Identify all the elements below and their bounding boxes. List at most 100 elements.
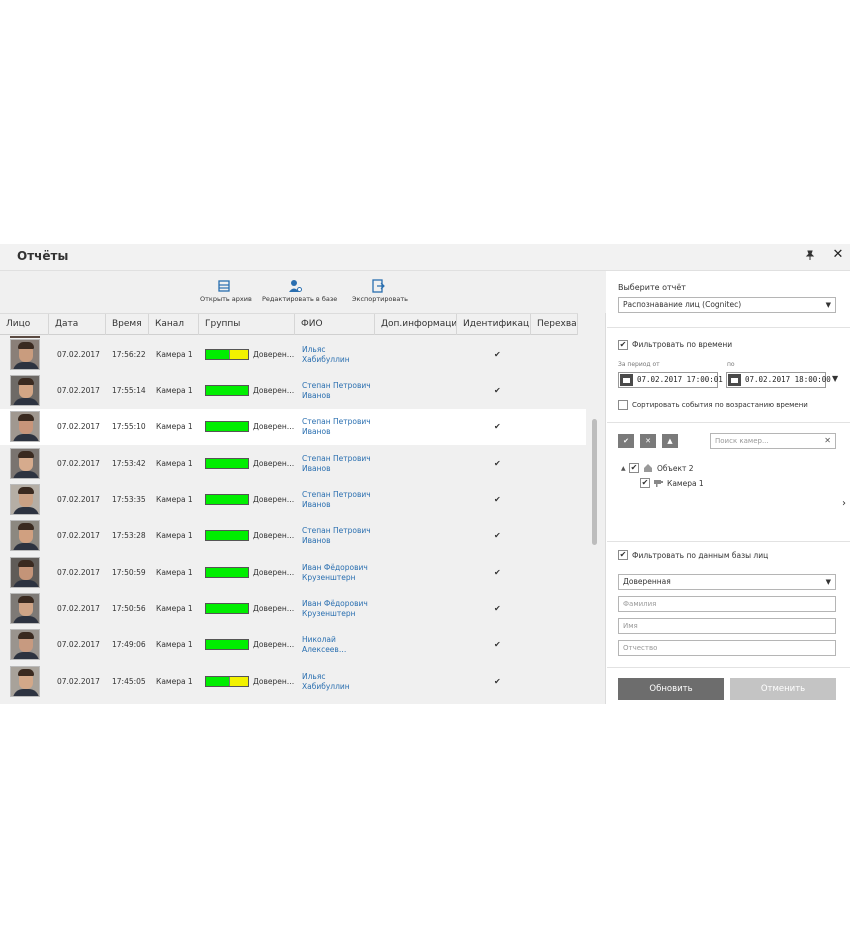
calendar-icon[interactable] bbox=[620, 374, 633, 386]
table-row[interactable]: 07.02.2017 17:53:28 Камера 1 Доверен… Ст… bbox=[0, 518, 586, 554]
deselect-all-button[interactable]: ✕ bbox=[640, 434, 656, 448]
sort-ascending-checkbox[interactable] bbox=[618, 400, 628, 410]
cell-group: Доверен… bbox=[253, 604, 295, 613]
match-level-bar bbox=[205, 385, 249, 396]
table-row[interactable]: 07.02.2017 17:49:06 Камера 1 Доверен… Ни… bbox=[0, 627, 586, 663]
cell-fio-link[interactable]: Степан Петрович Иванов bbox=[302, 490, 371, 510]
face-thumbnail[interactable] bbox=[10, 448, 40, 479]
face-thumbnail[interactable] bbox=[10, 629, 40, 660]
column-header-identification[interactable]: Идентификац bbox=[457, 314, 531, 335]
table-row[interactable]: 07.02.2017 17:55:10 Камера 1 Доверен… Ст… bbox=[0, 409, 586, 445]
face-thumbnail[interactable] bbox=[10, 666, 40, 697]
cell-fio-link[interactable]: Степан Петрович Иванов bbox=[302, 454, 371, 474]
cell-fio-link[interactable]: Ильяс Хабибуллин bbox=[302, 345, 350, 365]
face-thumbnail[interactable] bbox=[10, 593, 40, 624]
report-select[interactable]: Распознавание лиц (Cognitec) ▼ bbox=[618, 297, 836, 313]
table-row[interactable]: 07.02.2017 17:53:35 Камера 1 Доверен… Ст… bbox=[0, 482, 586, 518]
tree-collapse-icon[interactable]: ▲ bbox=[621, 465, 626, 472]
table-row[interactable]: 07.02.2017 17:53:42 Камера 1 Доверен… Ст… bbox=[0, 446, 586, 482]
collapse-button[interactable]: ▲ bbox=[662, 434, 678, 448]
cell-fio-link[interactable]: Степан Петрович Иванов bbox=[302, 526, 371, 546]
column-header-fio[interactable]: ФИО bbox=[295, 314, 375, 335]
object-checkbox[interactable]: ✔ bbox=[629, 463, 639, 473]
fio-line-2: Хабибуллин bbox=[302, 682, 350, 691]
face-thumbnail[interactable] bbox=[10, 484, 40, 515]
cell-channel: Камера 1 bbox=[156, 531, 193, 540]
column-header-extra-info[interactable]: Доп.информация bbox=[375, 314, 457, 335]
fio-line-2: Алексеев… bbox=[302, 645, 347, 654]
triangle-up-icon: ▲ bbox=[667, 437, 673, 445]
cell-group: Доверен… bbox=[253, 677, 295, 686]
cell-fio-link[interactable]: Ильяс Хабибуллин bbox=[302, 672, 350, 692]
fio-line-1: Степан Петрович bbox=[302, 526, 371, 535]
group-select[interactable]: Доверенная ▼ bbox=[618, 574, 836, 590]
edit-in-db-button[interactable]: Редактировать в базе bbox=[262, 279, 337, 303]
cell-channel: Камера 1 bbox=[156, 422, 193, 431]
cell-fio-link[interactable]: Николай Алексеев… bbox=[302, 635, 346, 655]
column-header-interception[interactable]: Перехва bbox=[531, 314, 578, 335]
table-row[interactable]: 07.02.2017 17:50:56 Камера 1 Доверен… Ив… bbox=[0, 591, 586, 627]
tree-object-label[interactable]: Объект 2 bbox=[657, 464, 694, 473]
cell-time: 17:53:28 bbox=[112, 531, 146, 540]
name-placeholder: Имя bbox=[623, 622, 638, 630]
camera-search-input[interactable]: Поиск камер... ✕ bbox=[710, 433, 836, 449]
divider bbox=[607, 541, 850, 542]
cell-fio-link[interactable]: Иван Фёдорович Крузенштерн bbox=[302, 563, 368, 583]
camera-checkbox[interactable]: ✔ bbox=[640, 478, 650, 488]
select-all-button[interactable]: ✔ bbox=[618, 434, 634, 448]
cancel-button[interactable]: Отменить bbox=[730, 678, 836, 700]
face-thumbnail[interactable] bbox=[10, 557, 40, 588]
match-level-bar bbox=[205, 676, 249, 687]
column-header-channel[interactable]: Канал bbox=[149, 314, 199, 335]
table-scrollbar-thumb[interactable] bbox=[592, 419, 597, 545]
match-level-bar bbox=[205, 567, 249, 578]
camera-search-placeholder: Поиск камер... bbox=[715, 437, 769, 445]
open-archive-button[interactable]: Открыть архив bbox=[200, 279, 252, 303]
filter-time-checkbox[interactable]: ✔ bbox=[618, 340, 628, 350]
column-header-groups[interactable]: Группы bbox=[199, 314, 295, 335]
cell-fio-link[interactable]: Степан Петрович Иванов bbox=[302, 417, 371, 437]
close-icon[interactable]: ✕ bbox=[831, 247, 845, 263]
column-header-time[interactable]: Время bbox=[106, 314, 149, 335]
column-header-date[interactable]: Дата bbox=[49, 314, 106, 335]
face-thumbnail[interactable] bbox=[10, 339, 40, 370]
identification-check-icon: ✔ bbox=[494, 459, 501, 468]
face-thumbnail[interactable] bbox=[10, 375, 40, 406]
face-thumbnail[interactable] bbox=[10, 411, 40, 442]
cell-channel: Камера 1 bbox=[156, 495, 193, 504]
report-select-label: Выберите отчёт bbox=[618, 283, 686, 292]
filter-db-checkbox[interactable]: ✔ bbox=[618, 550, 628, 560]
surname-input[interactable]: Фамилия bbox=[618, 596, 836, 612]
cell-time: 17:55:10 bbox=[112, 422, 146, 431]
face-thumbnail[interactable] bbox=[10, 520, 40, 551]
window-title: Отчёты bbox=[17, 249, 69, 263]
cell-time: 17:50:59 bbox=[112, 568, 146, 577]
table-row[interactable]: 07.02.2017 17:55:14 Камера 1 Доверен… Ст… bbox=[0, 373, 586, 409]
chevron-right-icon[interactable]: › bbox=[842, 498, 846, 509]
edit-in-db-label: Редактировать в базе bbox=[262, 295, 338, 303]
report-select-value: Распознавание лиц (Cognitec) bbox=[623, 300, 742, 309]
date-to-field[interactable]: 07.02.2017 18:00:00 bbox=[726, 372, 831, 388]
expand-arrow-icon[interactable]: ▼ bbox=[832, 374, 838, 383]
table-row[interactable]: 07.02.2017 17:56:22 Камера 1 Доверен… Ил… bbox=[0, 337, 586, 373]
table-row[interactable]: 07.02.2017 17:45:05 Камера 1 Доверен… Ил… bbox=[0, 664, 586, 700]
cell-fio-link[interactable]: Иван Фёдорович Крузенштерн bbox=[302, 599, 368, 619]
calendar-icon[interactable] bbox=[728, 374, 741, 386]
table-row[interactable]: 07.02.2017 17:50:59 Камера 1 Доверен… Ив… bbox=[0, 555, 586, 591]
clear-icon[interactable]: ✕ bbox=[824, 434, 831, 448]
fio-line-2: Крузенштерн bbox=[302, 609, 356, 618]
reports-window: Отчёты ✕ Открыть архив Редактировать в б… bbox=[0, 244, 850, 704]
fio-line-2: Иванов bbox=[302, 500, 331, 509]
filter-db-label: Фильтровать по данным базы лиц bbox=[632, 551, 769, 560]
refresh-button[interactable]: Обновить bbox=[618, 678, 724, 700]
column-header-face[interactable]: Лицо bbox=[0, 314, 49, 335]
name-input[interactable]: Имя bbox=[618, 618, 836, 634]
identification-check-icon: ✔ bbox=[494, 350, 501, 359]
patronymic-input[interactable]: Отчество bbox=[618, 640, 836, 656]
tree-camera-label[interactable]: Камера 1 bbox=[667, 479, 704, 488]
date-from-field[interactable]: 07.02.2017 17:00:01 bbox=[618, 372, 723, 388]
match-level-bar bbox=[205, 639, 249, 650]
pin-icon[interactable] bbox=[805, 250, 817, 262]
cell-fio-link[interactable]: Степан Петрович Иванов bbox=[302, 381, 371, 401]
export-button[interactable]: Экспортировать bbox=[352, 279, 408, 303]
